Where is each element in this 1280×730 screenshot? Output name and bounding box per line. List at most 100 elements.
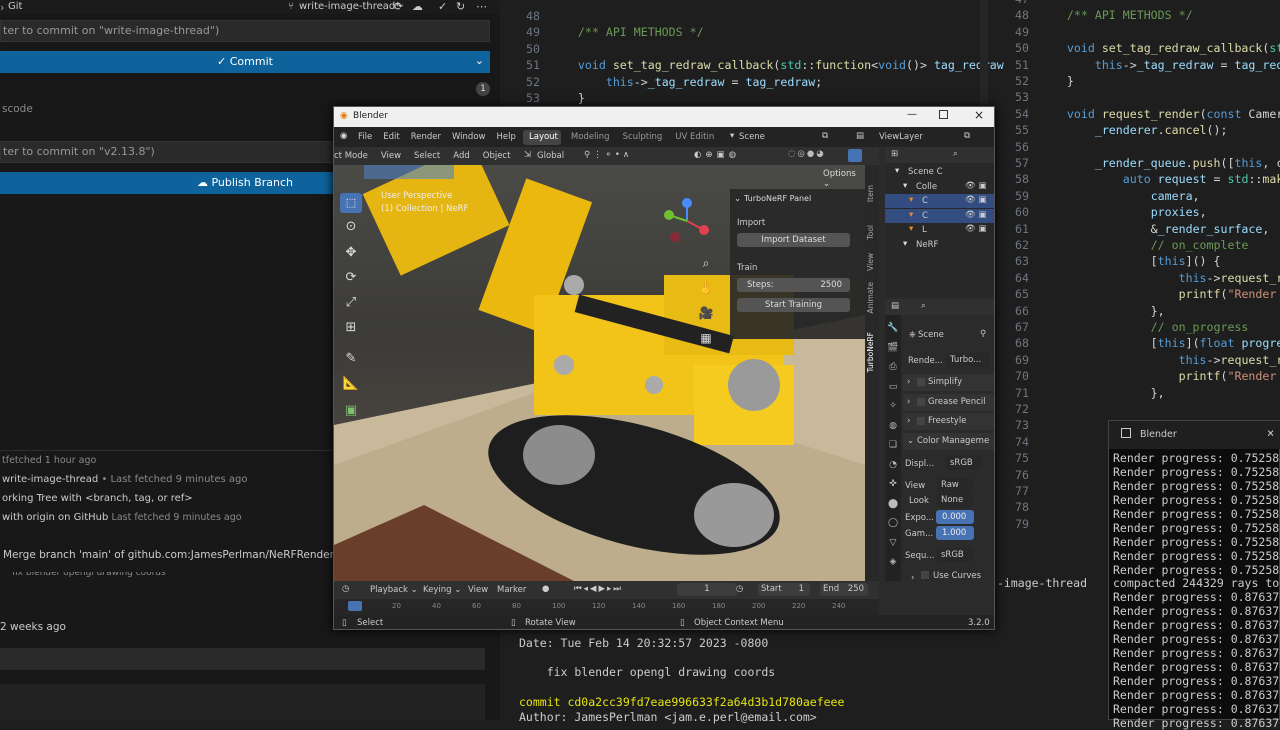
close-icon[interactable]: × bbox=[1267, 426, 1274, 440]
playback-menu[interactable]: Playback ⌄ bbox=[370, 585, 418, 595]
menu-help[interactable]: Help bbox=[496, 132, 515, 142]
outliner-row[interactable]: ▾ L 👁 ▣ bbox=[885, 223, 994, 237]
commit-message-input[interactable]: ter to commit on "write-image-thread") bbox=[0, 20, 490, 42]
start-training-button[interactable]: Start Training bbox=[737, 298, 850, 312]
history-working-tree[interactable]: orking Tree with <branch, tag, or ref> bbox=[2, 493, 193, 504]
branch-label[interactable]: write-image-thread* bbox=[299, 1, 400, 12]
commit-button[interactable]: ✓ Commit ⌄ bbox=[0, 51, 490, 73]
search-icon[interactable]: ⌕ bbox=[953, 149, 958, 159]
visibility-icon[interactable]: 👁 ▣ bbox=[965, 195, 987, 205]
workspace-tab-0[interactable]: Layout bbox=[529, 132, 558, 142]
timeline-view-menu[interactable]: View bbox=[468, 585, 488, 595]
search-icon[interactable]: ⌕ bbox=[921, 301, 926, 311]
look-dropdown[interactable]: None bbox=[937, 493, 973, 507]
outliner-row[interactable]: ▾ Colle 👁 ▣ bbox=[885, 180, 994, 194]
viewport-menu-3[interactable]: Add bbox=[453, 151, 469, 161]
record-icon[interactable]: ● bbox=[542, 584, 549, 594]
view-gizmo-icons[interactable]: ◐⊕▣◍ bbox=[694, 150, 740, 160]
property-tab-icons[interactable]: 🔧 🎬 ⎙ ▭ ✧ ◍ ❏ ◔ ✜ ⬤ ◯ ▽ ◈ bbox=[885, 315, 901, 573]
sequencer-dropdown[interactable]: sRGB bbox=[937, 548, 973, 562]
outliner[interactable]: ⊞ ⌕ ▾ Scene C ▾ Colle 👁 ▣ ▾ C 👁 ▣ ▾ C 👁 ▣ ▾ L 👁 ▣ ▾ NeR… bbox=[885, 147, 994, 297]
options-dropdown[interactable]: Options ⌄ bbox=[823, 169, 865, 189]
import-dataset-button[interactable]: Import Dataset bbox=[737, 233, 850, 247]
workspace-tab-1[interactable]: Modeling bbox=[571, 132, 610, 142]
start-frame-field[interactable]: Start 1 bbox=[758, 583, 810, 596]
menu-file[interactable]: File bbox=[358, 132, 372, 142]
snap-tools-icon[interactable]: ⚲⋮⚬•∧ bbox=[584, 150, 632, 160]
sidebar-tab-turbonerf[interactable]: TurboNeRF bbox=[866, 332, 875, 372]
add-cube-icon[interactable]: ▣ bbox=[340, 403, 362, 418]
gamma-field[interactable]: 1.000 bbox=[936, 526, 974, 540]
exposure-field[interactable]: 0.000 bbox=[936, 510, 974, 524]
orientation-dropdown[interactable]: Global bbox=[537, 151, 564, 161]
viewport-menu-0[interactable]: ct Mode bbox=[334, 151, 368, 161]
more-actions-icon[interactable]: ⋯ bbox=[476, 0, 487, 13]
blender-window[interactable]: ◉ Blender — × ◉ File Edit Render Window Help… bbox=[333, 106, 995, 630]
outliner-row[interactable]: ▾ C 👁 ▣ bbox=[885, 208, 994, 223]
outliner-row[interactable]: ▾ C 👁 ▣ bbox=[885, 194, 994, 208]
history-fetched[interactable]: tfetched 1 hour ago bbox=[2, 455, 96, 466]
outliner-display-icon[interactable]: ⊞ bbox=[891, 149, 898, 159]
blender-console-window[interactable]: Blender × Render progress: 0.752581 Rende… bbox=[1108, 420, 1280, 730]
steps-field[interactable]: Steps: 2500 bbox=[737, 278, 850, 292]
navigation-gizmo[interactable] bbox=[657, 195, 717, 251]
copy-viewlayer-icon[interactable]: ⧉ bbox=[964, 131, 970, 141]
current-frame-field[interactable]: 1 bbox=[677, 583, 737, 596]
playback-controls-icon[interactable]: ⏮◂◀▶▸⏭ bbox=[574, 584, 623, 594]
sidebar-tab-animate[interactable]: Animate bbox=[866, 282, 875, 313]
properties-type-icon[interactable]: ▤ bbox=[891, 301, 899, 311]
sidebar-tab-tool[interactable]: Tool bbox=[866, 225, 875, 240]
menu-window[interactable]: Window bbox=[452, 132, 486, 142]
blender-menu-icon[interactable]: ◉ bbox=[340, 131, 347, 141]
viewport-nav-icons[interactable]: ⌕ ✋ 🎥 ▦ bbox=[698, 251, 714, 351]
rotate-icon[interactable]: ⟳ bbox=[340, 270, 362, 285]
section-checkbox[interactable] bbox=[917, 378, 925, 386]
display-dropdown[interactable]: sRGB bbox=[946, 456, 982, 470]
properties-section-2[interactable]: › Freestyle bbox=[903, 413, 994, 430]
move-icon[interactable]: ✥ bbox=[340, 245, 362, 260]
scale-icon[interactable]: ⤢ bbox=[340, 295, 362, 310]
properties-section-1[interactable]: › Grease Pencil bbox=[903, 393, 994, 411]
close-icon[interactable]: × bbox=[974, 108, 984, 122]
transform-icon[interactable]: ⊞ bbox=[340, 320, 362, 335]
sidebar-tab-item[interactable]: Item bbox=[866, 185, 875, 202]
outliner-row[interactable]: ▾ NeRF bbox=[885, 238, 994, 252]
playhead[interactable] bbox=[348, 601, 362, 611]
scene-name[interactable]: Scene bbox=[739, 132, 765, 142]
timeline[interactable]: ◷ Playback ⌄ Keying ⌄ View Marker ● ⏮◂◀▶… bbox=[334, 581, 879, 615]
render-engine-dropdown[interactable]: Turbo... bbox=[946, 353, 990, 367]
scm-input-bar[interactable] bbox=[0, 648, 485, 670]
maximize-icon[interactable] bbox=[939, 110, 948, 119]
timeline-editor-icon[interactable]: ◷ bbox=[342, 584, 349, 594]
section-checkbox[interactable] bbox=[917, 397, 925, 406]
view-dropdown[interactable]: Raw bbox=[937, 478, 973, 492]
properties-section-3[interactable]: ⌄ Color Manageme bbox=[903, 432, 994, 450]
sidebar-tab-view[interactable]: View bbox=[866, 253, 875, 271]
viewport-menu-1[interactable]: View bbox=[381, 151, 401, 161]
refresh-icon[interactable]: ↻ bbox=[456, 0, 465, 13]
properties-section-0[interactable]: › Simplify bbox=[903, 374, 994, 391]
sync-icon[interactable]: ⟳ bbox=[394, 0, 403, 13]
3d-viewport[interactable]: ⬚ ⊙ ✥ ⟳ ⤢ ⊞ ✎ 📐 ▣ User Perspective (1) C… bbox=[334, 165, 865, 581]
visibility-icon[interactable]: 👁 ▣ bbox=[965, 210, 987, 220]
repo-label[interactable]: scode bbox=[2, 103, 33, 115]
properties-editor[interactable]: ▤ ⌕ 🔧 🎬 ⎙ ▭ ✧ ◍ ❏ ◔ ✜ ⬤ ◯ ▽ ◈ ⎈ Scene ⚲ Rende... Tur… bbox=[885, 299, 994, 583]
cursor-icon[interactable]: ⊙ bbox=[340, 219, 362, 234]
copy-scene-icon[interactable]: ⧉ bbox=[822, 131, 828, 141]
visibility-icon[interactable]: 👁 ▣ bbox=[965, 181, 987, 191]
shading-modes-icon[interactable]: ◌◎●◕ bbox=[788, 149, 826, 159]
select-box-icon[interactable]: ⬚ bbox=[340, 193, 362, 213]
marker-menu[interactable]: Marker bbox=[497, 585, 526, 595]
rendered-shading-icon[interactable] bbox=[848, 149, 862, 162]
pin-icon[interactable]: ⚲ bbox=[980, 329, 986, 339]
menu-edit[interactable]: Edit bbox=[383, 132, 399, 142]
visibility-icon[interactable]: 👁 ▣ bbox=[965, 224, 987, 234]
history-fix-commit[interactable]: fix blender opengl drawing coords bbox=[12, 572, 166, 578]
viewport-menu-2[interactable]: Select bbox=[414, 151, 440, 161]
history-origin[interactable]: with origin on GitHub Last fetched 9 min… bbox=[2, 512, 242, 523]
history-merge-commit[interactable]: Merge branch 'main' of github.com:JamesP… bbox=[3, 549, 348, 561]
chevron-icon[interactable]: › bbox=[0, 1, 4, 14]
use-curves-checkbox[interactable] bbox=[921, 571, 929, 579]
history-branch[interactable]: write-image-thread • Last fetched 9 minu… bbox=[2, 474, 247, 485]
outliner-row[interactable]: ▾ Scene C bbox=[885, 165, 994, 179]
